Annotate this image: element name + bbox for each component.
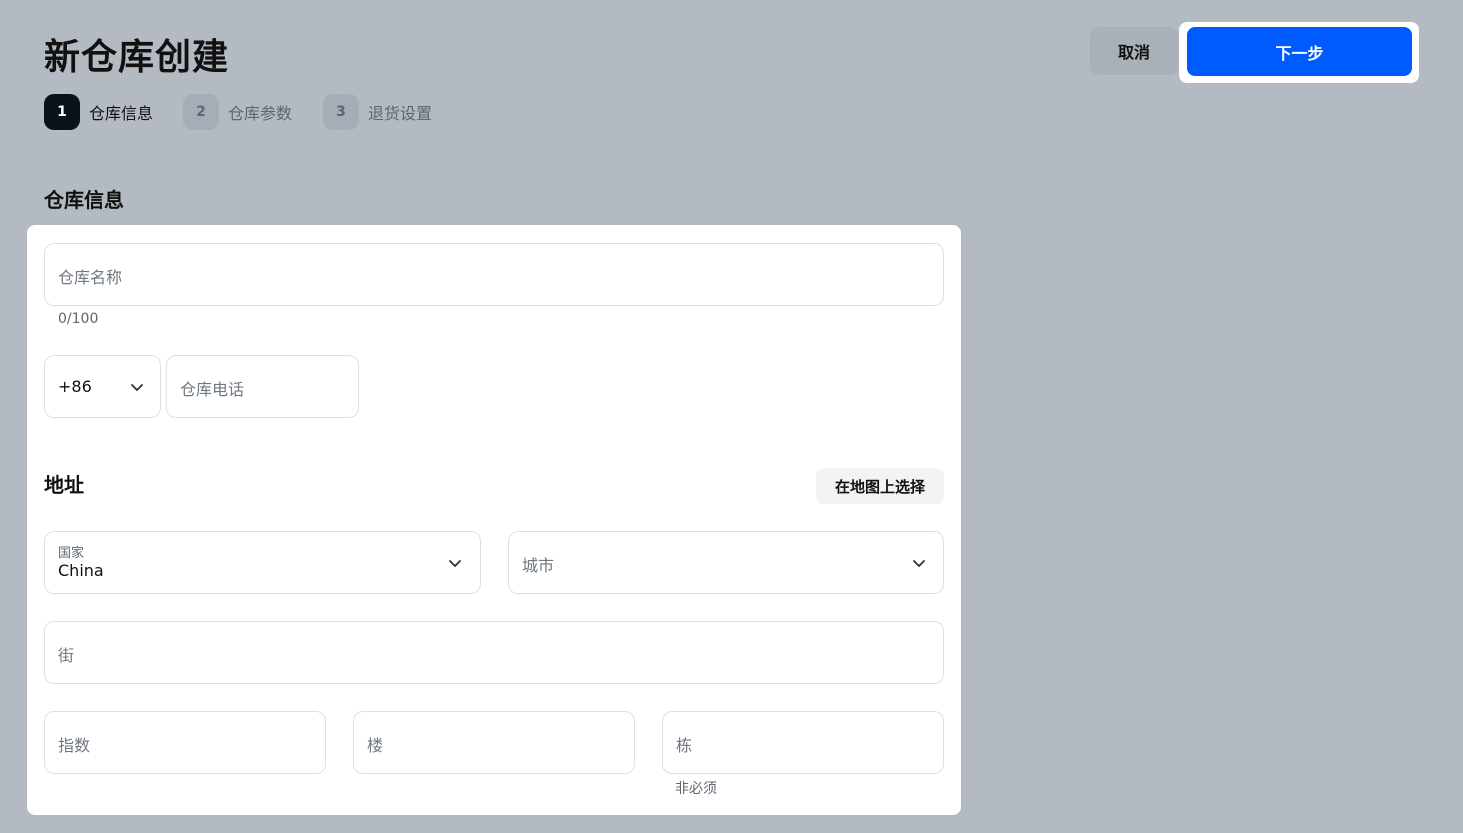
street-placeholder: 街 (58, 646, 75, 665)
country-value: China (58, 561, 104, 580)
step-label: 仓库信息 (89, 104, 154, 123)
country-select[interactable]: 国家 China (44, 531, 481, 594)
section-title: 仓库信息 (44, 188, 124, 212)
cancel-button[interactable]: 取消 (1090, 27, 1178, 75)
chevron-down-icon (447, 555, 463, 571)
step-number: 3 (323, 94, 359, 130)
floor-input[interactable]: 楼 (353, 711, 635, 774)
warehouse-name-placeholder: 仓库名称 (58, 268, 123, 287)
floor-placeholder: 楼 (367, 736, 384, 755)
step-label: 仓库参数 (228, 104, 293, 123)
warehouse-phone-placeholder: 仓库电话 (180, 380, 245, 399)
address-title: 地址 (44, 473, 84, 497)
building-optional-hint: 非必须 (675, 781, 717, 797)
city-select[interactable]: 城市 (508, 531, 944, 594)
phone-code-select[interactable]: +86 (44, 355, 161, 418)
city-placeholder: 城市 (522, 556, 555, 575)
postal-index-input[interactable]: 指数 (44, 711, 326, 774)
chevron-down-icon (911, 555, 927, 571)
postal-index-placeholder: 指数 (58, 736, 91, 755)
step-number: 1 (44, 94, 80, 130)
name-char-counter: 0/100 (58, 311, 99, 327)
country-label: 国家 (58, 546, 85, 561)
warehouse-name-input[interactable]: 仓库名称 (44, 243, 944, 306)
warehouse-form-card: 仓库名称 0/100 +86 仓库电话 地址 在地图上选择 国家 China 城… (27, 225, 961, 815)
step-return-settings[interactable]: 3 退货设置 (323, 94, 432, 130)
step-number: 2 (183, 94, 219, 130)
street-input[interactable]: 街 (44, 621, 944, 684)
step-warehouse-params[interactable]: 2 仓库参数 (183, 94, 292, 130)
warehouse-phone-input[interactable]: 仓库电话 (166, 355, 359, 418)
building-placeholder: 栋 (676, 736, 693, 755)
building-input[interactable]: 栋 (662, 711, 944, 774)
page-title: 新仓库创建 (44, 37, 230, 78)
next-step-button[interactable]: 下一步 (1187, 27, 1412, 76)
step-warehouse-info[interactable]: 1 仓库信息 (44, 94, 153, 130)
chevron-down-icon (129, 379, 145, 395)
phone-code-value: +86 (58, 377, 92, 396)
select-on-map-button[interactable]: 在地图上选择 (816, 468, 944, 504)
step-label: 退货设置 (368, 104, 433, 123)
